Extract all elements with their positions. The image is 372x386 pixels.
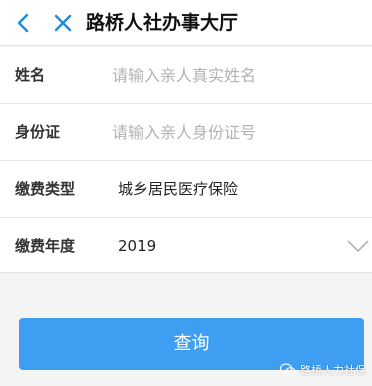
wechat-icon <box>280 363 296 377</box>
payment-type-label: 缴费类型 <box>15 180 76 198</box>
payment-year-select[interactable]: 2019 <box>112 218 372 274</box>
id-number-label: 身份证 <box>15 123 61 141</box>
id-number-row: 身份证 <box>0 104 372 160</box>
payment-type-row[interactable]: 缴费类型 城乡居民医疗保险 <box>0 161 372 217</box>
close-icon <box>54 14 72 32</box>
payment-year-label: 缴费年度 <box>15 237 76 255</box>
watermark-text: 路桥人力社保 <box>300 364 366 377</box>
payment-year-row: 缴费年度 2019 <box>0 218 372 274</box>
chevron-down-icon <box>346 236 370 256</box>
payment-type-value: 城乡居民医疗保险 <box>118 180 239 198</box>
name-row: 姓名 <box>0 47 372 103</box>
id-number-input[interactable] <box>112 114 342 150</box>
payment-year-value: 2019 <box>118 237 157 255</box>
app-header: 路桥人社办事大厅 <box>0 0 372 46</box>
name-label: 姓名 <box>15 66 46 84</box>
watermark: 路桥人力社保 <box>280 359 366 381</box>
back-button[interactable] <box>6 6 40 40</box>
close-button[interactable] <box>46 6 80 40</box>
name-input[interactable] <box>112 57 342 93</box>
chevron-left-icon <box>17 13 29 33</box>
page-title: 路桥人社办事大厅 <box>86 12 239 34</box>
query-form: 姓名 身份证 缴费类型 城乡居民医疗保险 缴费年度 2019 <box>0 47 372 273</box>
